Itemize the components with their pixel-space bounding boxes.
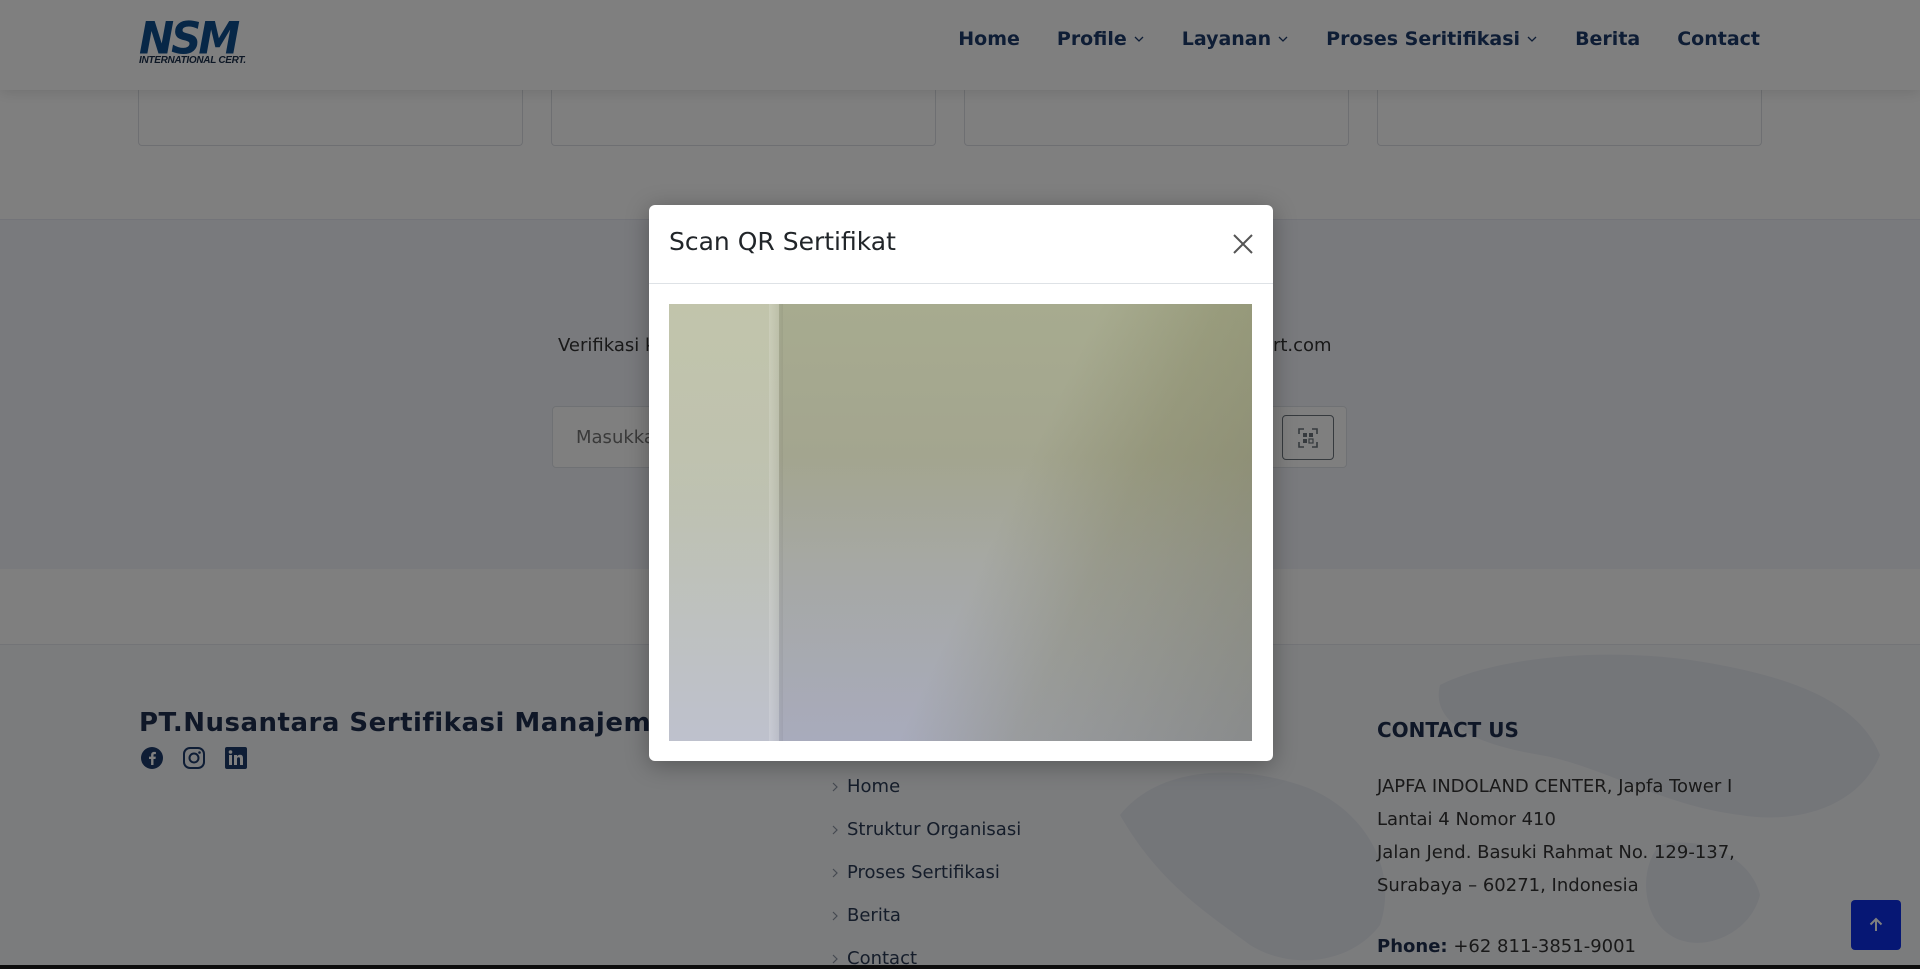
scan-qr-modal: Scan QR Sertifikat [649, 205, 1273, 761]
modal-title: Scan QR Sertifikat [669, 227, 896, 256]
camera-preview [669, 304, 1252, 741]
camera-frame-region [669, 304, 779, 741]
modal-header: Scan QR Sertifikat [649, 205, 1273, 284]
camera-frame-edge [769, 304, 783, 741]
close-icon[interactable] [1230, 231, 1256, 257]
